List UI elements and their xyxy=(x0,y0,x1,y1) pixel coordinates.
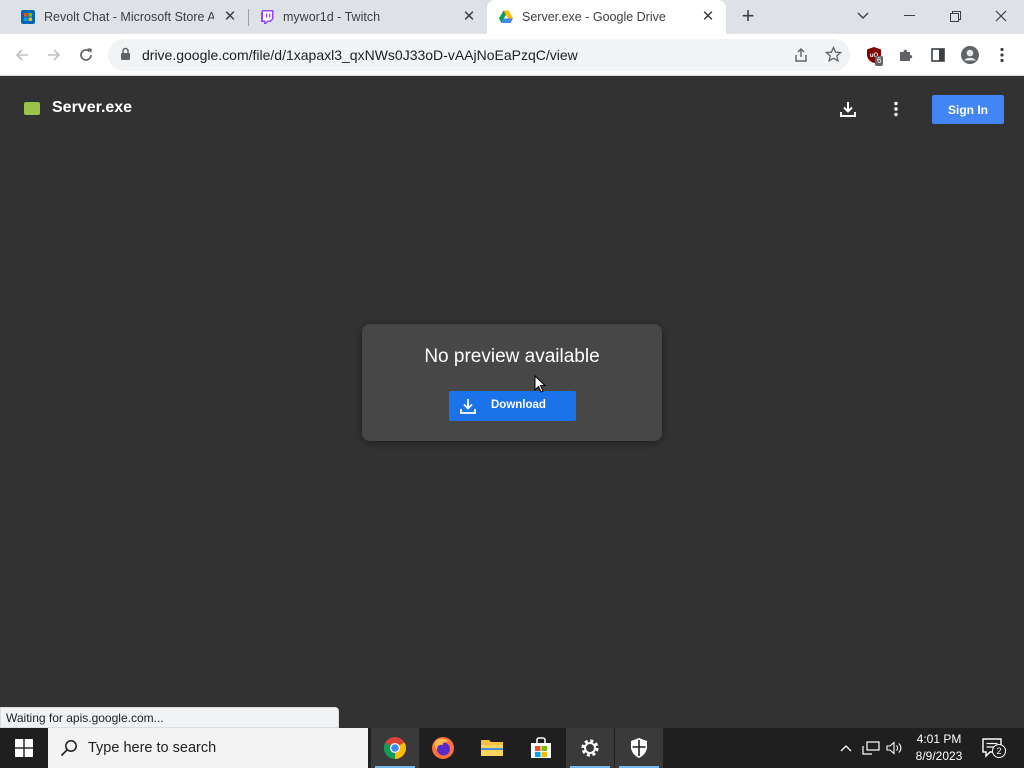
loading-status: Waiting for apis.google.com... xyxy=(0,707,339,728)
tab-title: mywor1d - Twitch xyxy=(283,10,381,24)
network-icon[interactable] xyxy=(860,728,882,768)
notification-count-badge: 2 xyxy=(992,744,1006,758)
tab-strip: Revolt Chat - Microsoft Store Ap ✕ mywor… xyxy=(0,0,1024,34)
side-panel-icon[interactable] xyxy=(926,43,950,67)
share-icon[interactable] xyxy=(793,47,809,63)
microsoft-store-icon xyxy=(21,10,35,24)
google-drive-icon xyxy=(499,10,513,23)
windows-taskbar: Type here to search 4:01 PM 8/9/2023 2 xyxy=(0,728,1024,768)
taskbar-search-box[interactable]: Type here to search xyxy=(48,728,368,768)
shield-icon xyxy=(631,738,647,758)
tab-search-icon[interactable] xyxy=(840,0,886,32)
search-icon xyxy=(60,740,77,757)
windows-logo-icon xyxy=(15,739,33,757)
start-button[interactable] xyxy=(0,728,48,768)
taskbar-firefox[interactable] xyxy=(419,728,467,768)
file-type-icon xyxy=(24,102,40,115)
folder-icon xyxy=(481,740,503,756)
twitch-icon xyxy=(261,10,274,24)
taskbar-settings[interactable] xyxy=(566,728,614,768)
browser-toolbar: drive.google.com/file/d/1xapaxl3_qxNWs0J… xyxy=(0,34,1024,76)
system-clock[interactable]: 4:01 PM 8/9/2023 xyxy=(902,731,976,765)
ublock-extension-icon[interactable]: uO 6 xyxy=(862,43,886,67)
mouse-cursor-icon xyxy=(534,375,546,393)
minimize-icon[interactable] xyxy=(886,0,932,32)
url-text[interactable]: drive.google.com/file/d/1xapaxl3_qxNWs0J… xyxy=(142,47,578,63)
tab-twitch[interactable]: mywor1d - Twitch ✕ xyxy=(249,0,487,34)
restore-icon[interactable] xyxy=(932,0,978,32)
no-preview-card: No preview available Download xyxy=(362,324,662,441)
gear-icon xyxy=(581,739,599,757)
clock-date: 8/9/2023 xyxy=(915,749,963,763)
close-window-icon[interactable] xyxy=(978,0,1024,32)
tab-title: Revolt Chat - Microsoft Store Ap xyxy=(44,10,214,24)
taskbar-file-explorer[interactable] xyxy=(468,728,516,768)
extension-badge: 6 xyxy=(875,56,884,66)
download-icon[interactable] xyxy=(836,97,860,121)
lock-icon[interactable] xyxy=(120,47,131,61)
back-icon[interactable] xyxy=(10,43,34,67)
show-hidden-icons-icon[interactable] xyxy=(836,728,856,768)
tab-close-icon[interactable]: ✕ xyxy=(461,9,477,25)
taskbar-chrome[interactable] xyxy=(371,728,419,768)
clock-time: 4:01 PM xyxy=(916,732,962,746)
search-placeholder: Type here to search xyxy=(88,740,217,756)
no-preview-message: No preview available xyxy=(424,346,600,367)
store-bag-icon xyxy=(531,737,551,758)
taskbar-windows-security[interactable] xyxy=(615,728,663,768)
notification-center-icon[interactable]: 2 xyxy=(982,738,1006,763)
sign-in-button[interactable]: Sign In xyxy=(932,95,1004,124)
address-bar[interactable]: drive.google.com/file/d/1xapaxl3_qxNWs0J… xyxy=(108,39,850,71)
tab-close-icon[interactable]: ✕ xyxy=(700,9,716,25)
drive-preview-page: Server.exe Sign In No preview available … xyxy=(0,77,1024,728)
download-icon xyxy=(460,399,476,414)
new-tab-button[interactable]: + xyxy=(737,5,759,28)
tab-google-drive[interactable]: Server.exe - Google Drive ✕ xyxy=(487,0,726,34)
reload-icon[interactable] xyxy=(74,43,98,67)
download-button[interactable]: Download xyxy=(449,391,576,421)
forward-icon[interactable] xyxy=(42,43,66,67)
tab-close-icon[interactable]: ✕ xyxy=(222,9,238,25)
extensions-puzzle-icon[interactable] xyxy=(894,43,918,67)
profile-avatar-icon[interactable] xyxy=(958,43,982,67)
chrome-icon xyxy=(384,737,406,759)
more-options-icon[interactable] xyxy=(884,97,908,121)
firefox-icon xyxy=(432,737,454,759)
download-button-label: Download xyxy=(491,399,546,411)
taskbar-microsoft-store[interactable] xyxy=(517,728,565,768)
tab-title: Server.exe - Google Drive xyxy=(522,10,666,24)
browser-menu-icon[interactable] xyxy=(990,43,1014,67)
file-name: Server.exe xyxy=(52,99,133,116)
bookmark-star-icon[interactable] xyxy=(825,46,842,63)
tab-revolt-chat[interactable]: Revolt Chat - Microsoft Store Ap ✕ xyxy=(0,0,248,34)
